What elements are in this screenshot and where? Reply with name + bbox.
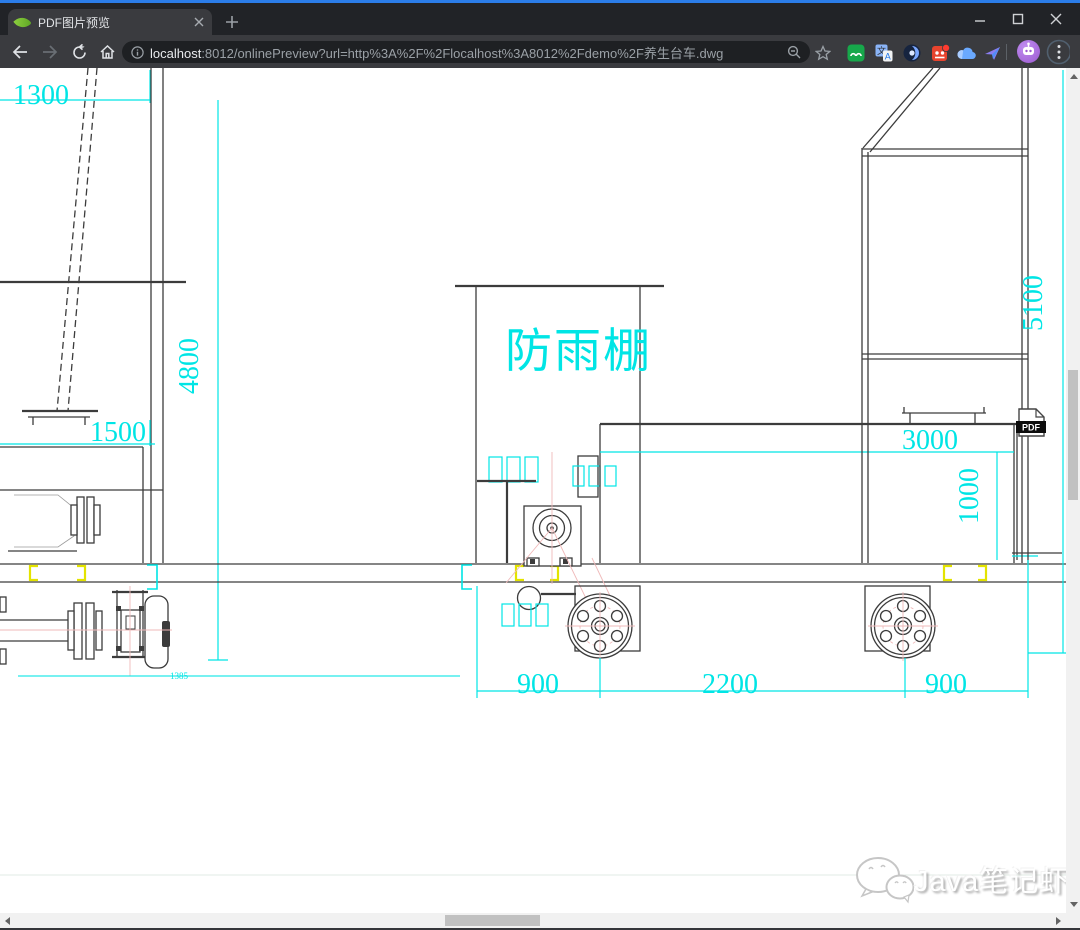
dim-900-right: 900: [925, 669, 967, 700]
scroll-left-arrow[interactable]: [5, 916, 10, 925]
rain-shelter-view: 防雨棚: [455, 284, 664, 645]
ground-rails: [0, 563, 1066, 590]
spring-leaf-favicon: [13, 12, 32, 32]
dim-3000: 3000: [902, 425, 958, 456]
toolbar-separator: [1006, 44, 1007, 60]
page-content: 1300 4800 1500 1385 防雨棚 3000 1000 5100 9…: [0, 67, 1066, 913]
cloud-extension-icon[interactable]: [956, 43, 976, 63]
vertical-scrollbar[interactable]: [1066, 68, 1080, 913]
dim-5100: 5100: [1018, 275, 1049, 331]
forward-button[interactable]: [40, 42, 60, 62]
bookmark-star-icon[interactable]: [813, 43, 833, 63]
close-button[interactable]: [1036, 3, 1076, 35]
minimize-button[interactable]: [960, 3, 1000, 35]
reload-button[interactable]: [69, 42, 89, 62]
browser-window: { "browser": { "tab_title": "PDF图片预览", "…: [0, 0, 1080, 930]
scroll-up-arrow[interactable]: [1069, 74, 1078, 79]
dim-4800: 4800: [174, 338, 205, 394]
tab-close-icon[interactable]: [194, 17, 204, 27]
scroll-down-arrow[interactable]: [1069, 902, 1078, 907]
dim-1385: 1385: [170, 671, 189, 681]
tab-bar: PDF图片预览: [0, 3, 1080, 35]
watermark: Java笔记虾: [852, 854, 1069, 904]
url-text: localhost:8012/onlinePreview?url=http%3A…: [150, 43, 787, 62]
tab-title: PDF图片预览: [38, 15, 111, 30]
rail-clamp-cyan: [147, 564, 158, 590]
tampermonkey-extension-icon[interactable]: [846, 43, 866, 63]
dark-sphere-extension-icon[interactable]: [902, 43, 922, 63]
svg-text:A: A: [885, 51, 891, 61]
watermark-text: Java笔记虾: [914, 866, 1070, 898]
url-bar[interactable]: localhost:8012/onlinePreview?url=http%3A…: [122, 41, 810, 63]
pdf-download-button[interactable]: PDF: [1016, 408, 1046, 437]
scrollbar-corner: [1066, 913, 1080, 928]
dim-1300: 1300: [13, 80, 69, 111]
home-button[interactable]: [97, 42, 117, 62]
pdf-button-label: PDF: [1022, 423, 1041, 433]
url-host: localhost: [150, 45, 202, 61]
browser-menu-icon[interactable]: [1046, 39, 1070, 65]
window-controls: [940, 3, 1080, 35]
flatbed: 3000 1000: [599, 407, 1062, 563]
vertical-scroll-thumb[interactable]: [1068, 370, 1078, 500]
dim-1000: 1000: [954, 468, 985, 524]
left-end-view: 1300 4800 1500 1385: [0, 67, 460, 681]
cad-drawing: 1300 4800 1500 1385 防雨棚 3000 1000 5100 9…: [0, 67, 1066, 876]
shelter-label: 防雨棚: [505, 324, 652, 377]
page-info-icon[interactable]: [131, 45, 144, 59]
translate-extension-icon[interactable]: 文A: [874, 43, 894, 63]
rail-clamp-yellow: [28, 564, 38, 582]
tab-pdf-preview[interactable]: PDF图片预览: [8, 9, 212, 35]
scroll-right-arrow[interactable]: [1056, 916, 1061, 925]
profile-avatar[interactable]: [1017, 40, 1040, 63]
bird-extension-icon[interactable]: [983, 43, 1003, 63]
zoom-icon[interactable]: [787, 45, 801, 59]
url-path: :8012/onlinePreview?url=http%3A%2F%2Floc…: [201, 45, 724, 61]
new-tab-button[interactable]: [224, 14, 240, 30]
maximize-button[interactable]: [998, 3, 1038, 35]
horizontal-scroll-thumb[interactable]: [445, 915, 540, 926]
wheels: [501, 585, 938, 661]
back-button[interactable]: [10, 42, 30, 62]
dim-2200: 2200: [702, 669, 758, 700]
horizontal-scrollbar[interactable]: [0, 913, 1066, 928]
red-grid-extension-icon[interactable]: [930, 43, 950, 63]
wechat-icon: [856, 857, 914, 904]
dim-1500: 1500: [90, 417, 146, 448]
dim-900-left: 900: [517, 669, 559, 700]
right-frame-view: 5100: [861, 67, 1066, 654]
